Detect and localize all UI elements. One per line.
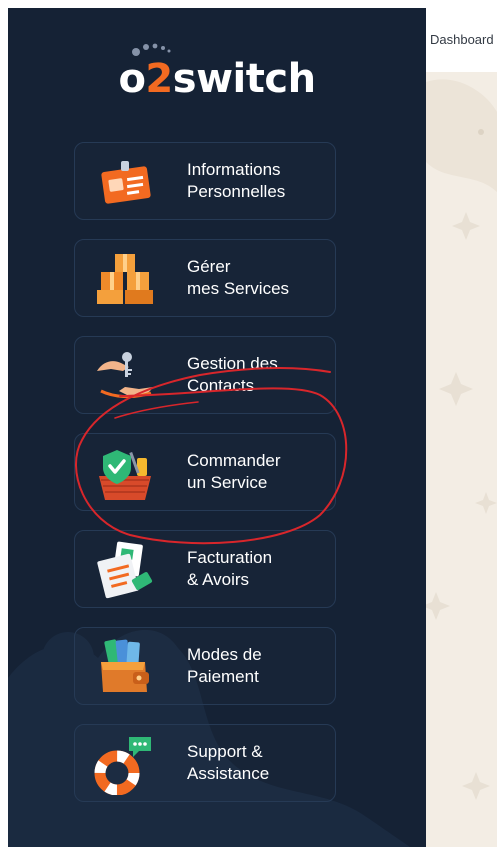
top-bar: Dashboard [426, 8, 497, 72]
sidebar-item-facturation-avoirs[interactable]: Facturation & Avoirs [74, 530, 336, 608]
handshake-icon [97, 352, 153, 399]
logo-digit: 2 [145, 56, 173, 102]
sidebar-item-label: Support & Assistance [187, 742, 270, 783]
sidebar-item-gestion-des-contacts[interactable]: Gestion des Contacts [74, 336, 336, 414]
background-pattern [426, 79, 497, 800]
sidebar: o2switch Informations Personnelles Gérer… [8, 8, 426, 847]
sidebar-item-modes-de-paiement[interactable]: Modes de Paiement [74, 627, 336, 705]
sidebar-item-informations-personnelles[interactable]: Informations Personnelles [74, 142, 336, 220]
sidebar-item-gerer-mes-services[interactable]: Gérer mes Services [74, 239, 336, 317]
sidebar-item-commander-un-service[interactable]: Commander un Service [74, 433, 336, 511]
shopping-basket-icon [99, 450, 151, 500]
wallet-icon [101, 639, 149, 692]
logo-prefix: o [118, 56, 146, 102]
sidebar-item-support-assistance[interactable]: Support & Assistance [74, 724, 336, 802]
lifebuoy-icon [94, 737, 151, 795]
logo-suffix: switch [172, 56, 316, 102]
sidebar-item-label: Commander un Service [187, 451, 281, 492]
main-content: Dashboard [426, 8, 497, 847]
boxes-icon [97, 254, 153, 304]
breadcrumb[interactable]: Dashboard [430, 32, 494, 47]
sidebar-item-label: Gérer mes Services [187, 257, 290, 298]
sidebar-item-label: Gestion des Contacts [187, 354, 278, 395]
brand-logo[interactable]: o2switch [8, 56, 426, 102]
id-card-icon [101, 161, 151, 204]
sidebar-item-label: Modes de Paiement [187, 645, 262, 686]
invoice-icon [97, 541, 153, 599]
sidebar-item-label: Informations Personnelles [187, 160, 286, 201]
sidebar-item-label: Facturation & Avoirs [187, 548, 273, 589]
